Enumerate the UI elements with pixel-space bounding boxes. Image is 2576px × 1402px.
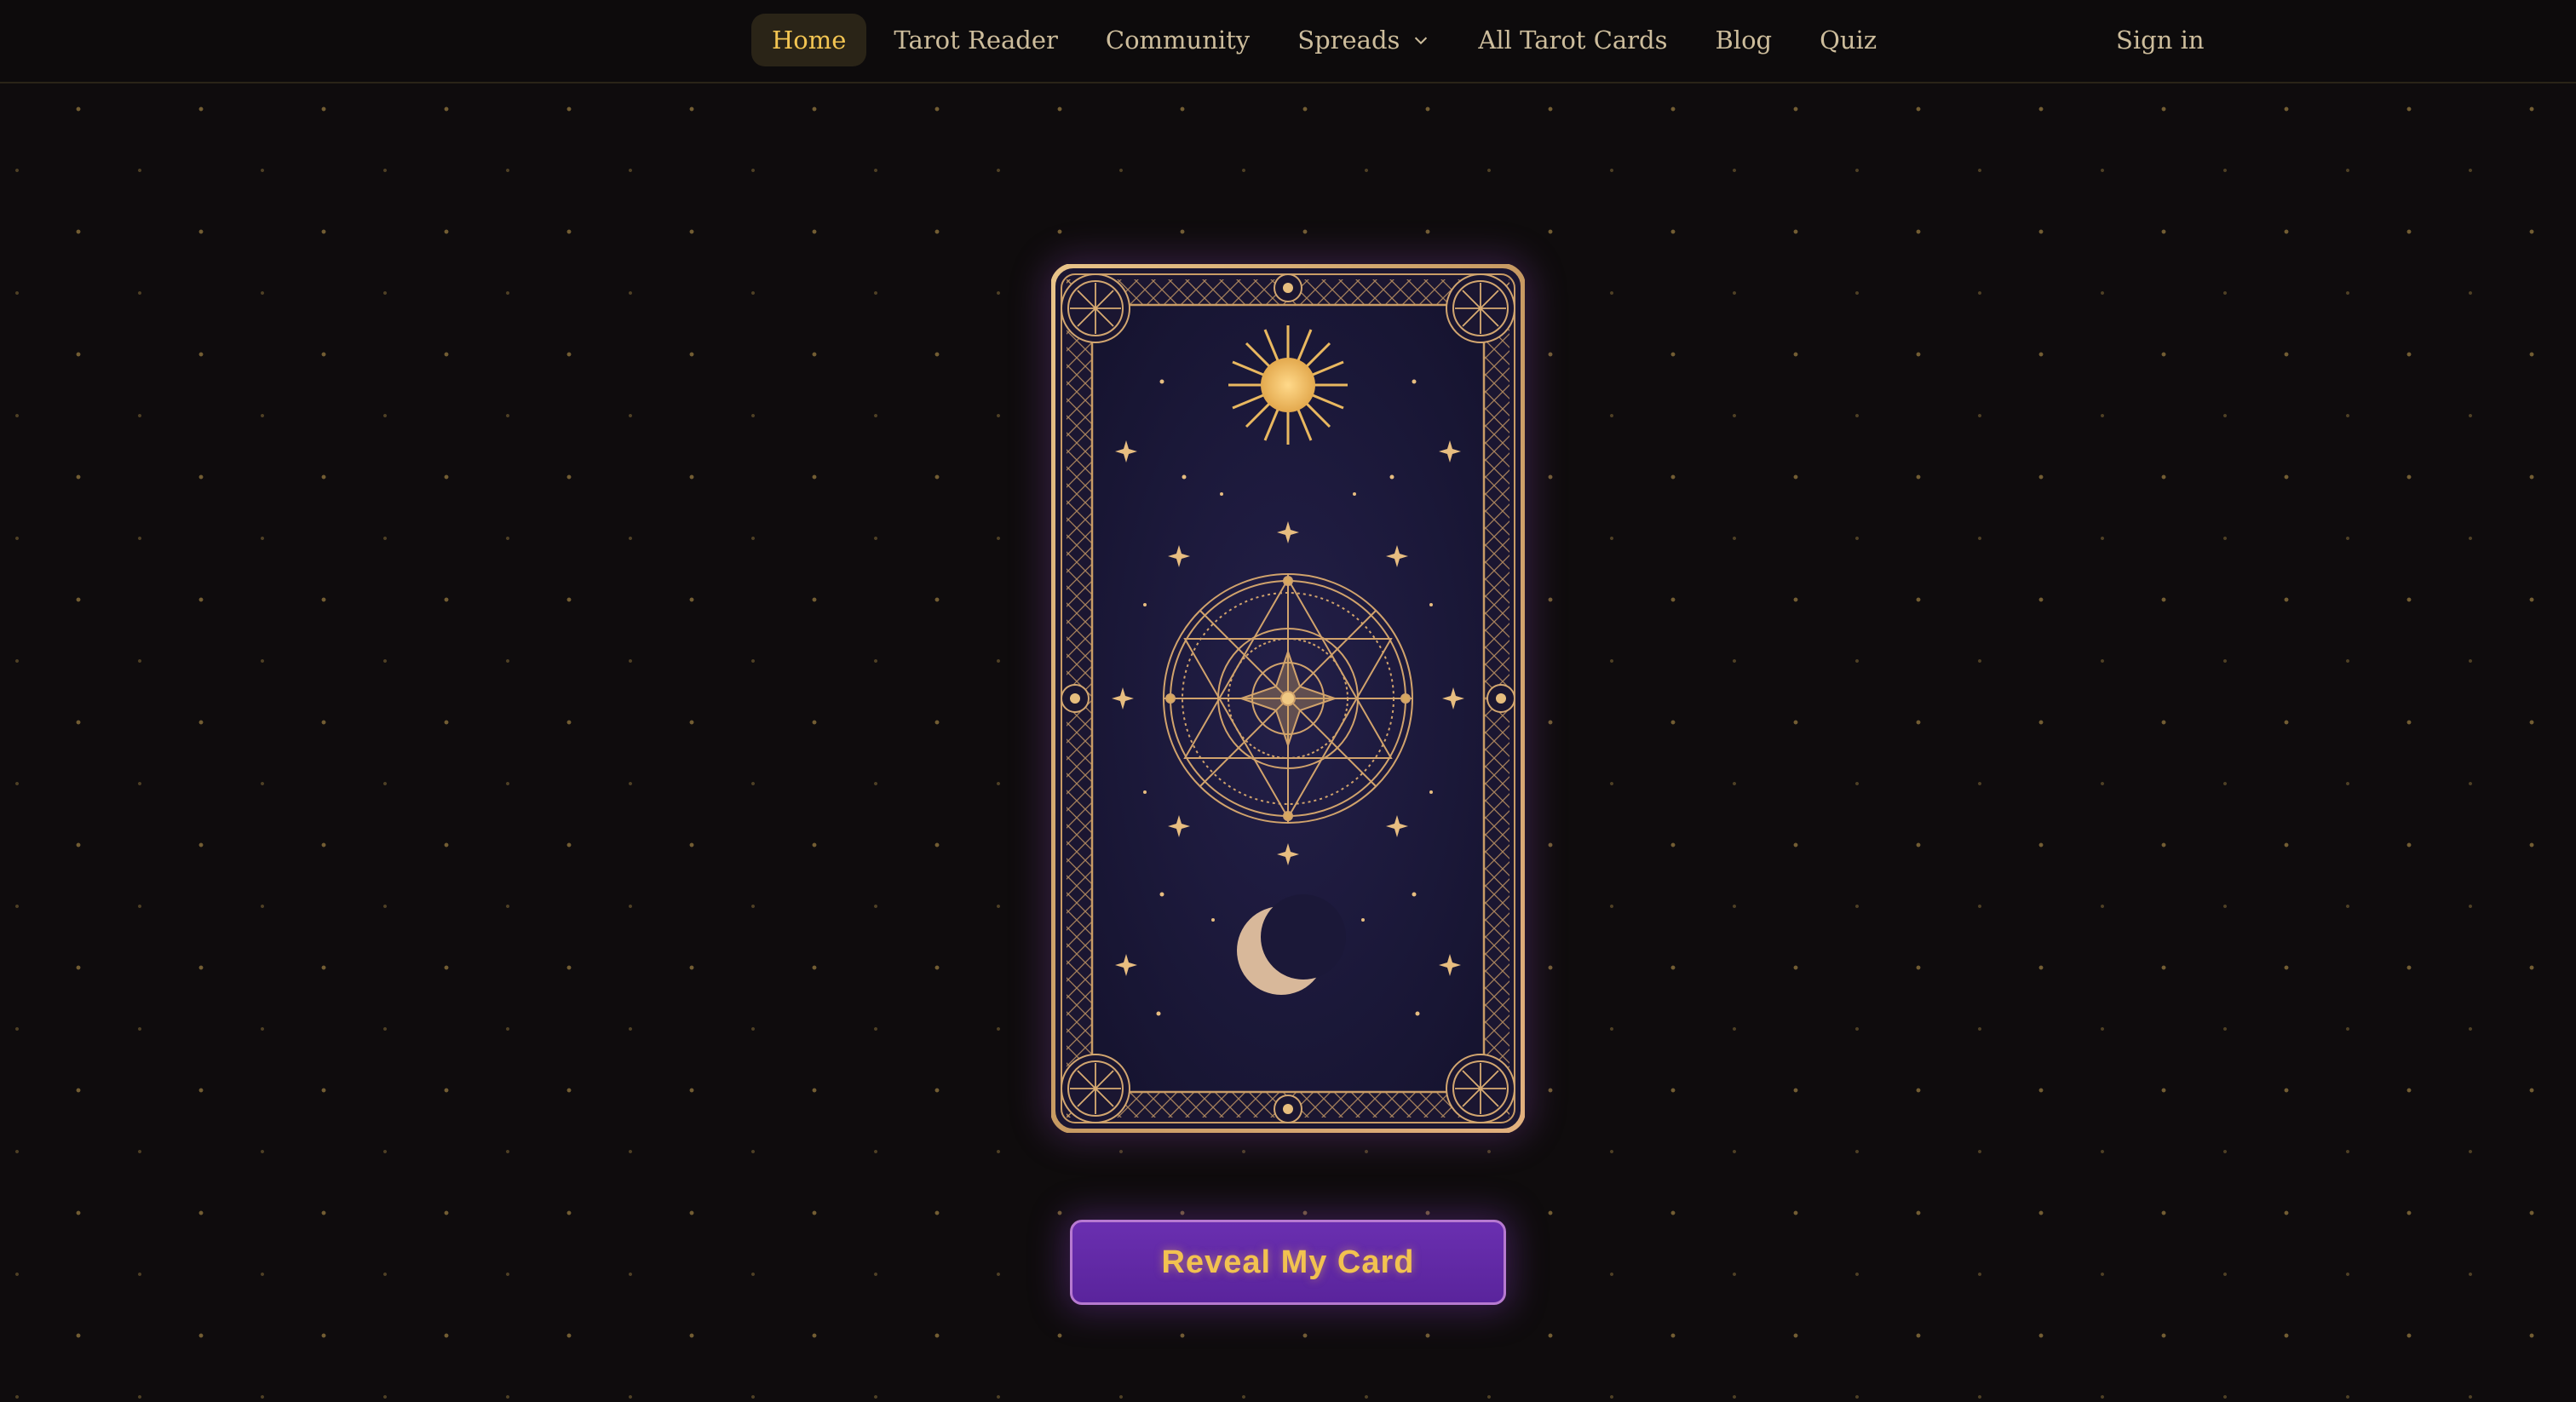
nav-blog-label: Blog <box>1715 26 1773 55</box>
nav-tarot-reader-label: Tarot Reader <box>894 26 1058 55</box>
nav-blog[interactable]: Blog <box>1694 14 1792 66</box>
nav-quiz[interactable]: Quiz <box>1799 14 1897 66</box>
nav-home[interactable]: Home <box>751 14 867 66</box>
tarot-card-back[interactable] <box>1051 264 1525 1133</box>
tarot-card-artwork <box>1051 264 1525 1133</box>
nav-community[interactable]: Community <box>1085 14 1270 66</box>
nav-community-label: Community <box>1105 26 1251 55</box>
nav-all-tarot-cards[interactable]: All Tarot Cards <box>1458 14 1688 66</box>
reveal-my-card-button[interactable]: Reveal My Card <box>1070 1220 1506 1305</box>
nav-home-label: Home <box>772 26 847 55</box>
chevron-down-icon <box>1415 37 1428 45</box>
nav-spreads-dropdown[interactable]: Spreads <box>1277 14 1451 66</box>
nav-all-tarot-cards-label: All Tarot Cards <box>1478 26 1668 55</box>
sign-in-link[interactable]: Sign in <box>2116 26 2205 55</box>
nav-spreads-label: Spreads <box>1297 26 1400 55</box>
sun-icon <box>1228 325 1348 445</box>
nav-tarot-reader[interactable]: Tarot Reader <box>873 14 1078 66</box>
nav-quiz-label: Quiz <box>1820 26 1877 55</box>
top-navigation-bar: Home Tarot Reader Community Spreads All … <box>0 0 2576 83</box>
compass-star-icon <box>1163 573 1413 824</box>
main-nav: Home Tarot Reader Community Spreads All … <box>751 14 1897 66</box>
